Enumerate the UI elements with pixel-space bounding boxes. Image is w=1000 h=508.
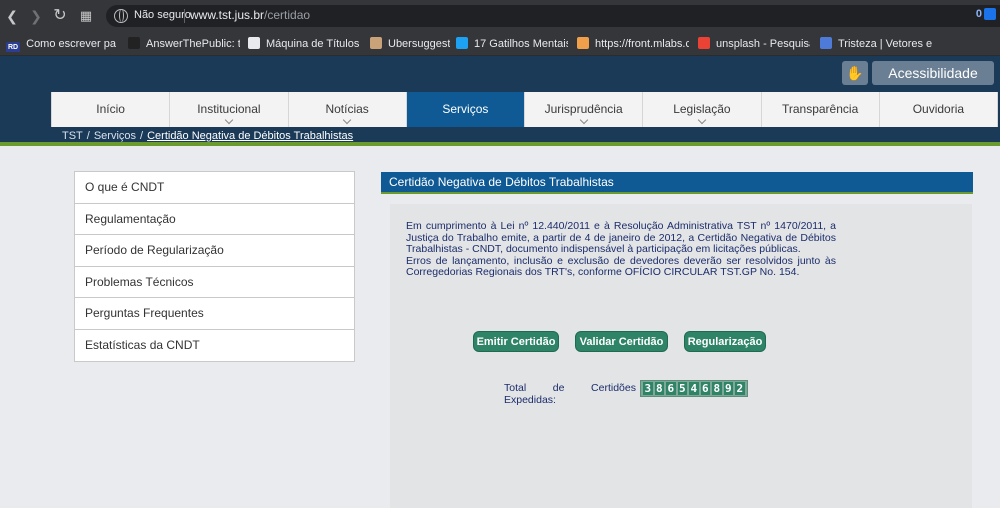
nav-item-0[interactable]: Início: [52, 92, 171, 127]
bookmark-favicon-icon: RD: [6, 42, 21, 52]
nav-item-label: Ouvidoria: [912, 102, 965, 116]
nav-item-4[interactable]: Jurisprudência: [525, 92, 644, 127]
sidebar-item-perguntas-frequentes[interactable]: Perguntas Frequentes: [75, 298, 354, 330]
sign-language-icon[interactable]: ✋: [842, 61, 868, 85]
address-bar[interactable]: Não seguro www.tst.jus.br/certidao 0: [106, 5, 1000, 27]
breadcrumb-item-tst[interactable]: TST: [62, 130, 83, 142]
bookmark-label: Máquina de Títulos: C: [266, 38, 360, 50]
url-host: www.tst.jus.br: [190, 8, 265, 22]
bookmark-favicon-icon: [248, 37, 260, 49]
bookmark-favicon-icon: [456, 37, 468, 49]
counter-digit: 8: [712, 382, 722, 395]
nav-item-6[interactable]: Transparência: [762, 92, 880, 127]
breadcrumb-item-servicos[interactable]: Serviços: [94, 130, 136, 142]
chevron-down-icon: [579, 115, 588, 125]
sidebar-item-problemas-tecnicos[interactable]: Problemas Técnicos: [75, 266, 354, 298]
errors-paragraph: Erros de lançamento, inclusão e exclusão…: [406, 254, 836, 278]
bookmark-favicon-icon: [128, 37, 140, 49]
bookmark-label: https://front.mlabs.cc: [595, 38, 689, 50]
bookmark-favicon-icon: [370, 37, 382, 49]
breadcrumb-separator: /: [86, 130, 90, 142]
counter-digit: 2: [735, 382, 745, 395]
chevron-down-icon: [342, 115, 352, 125]
regularizacao-button[interactable]: Regularização: [684, 331, 766, 352]
globe-icon: [114, 9, 128, 23]
content-panel: Em cumprimento à Lei nº 12.440/2011 e à …: [390, 204, 972, 508]
bookmark-item[interactable]: Máquina de Títulos: C: [248, 36, 360, 52]
breadcrumb-separator: /: [140, 130, 144, 142]
back-icon[interactable]: ❮: [2, 6, 22, 26]
browser-toolbar: ❮ ❯ ↻ ▦ Não seguro www.tst.jus.br/certid…: [0, 0, 1000, 32]
intro-text: Em cumprimento à Lei nº 12.440/2011 e à …: [406, 220, 836, 279]
bookmark-label: AnswerThePublic: tha: [146, 38, 240, 50]
main-navigation: Início Institucional Notícias Serviços Juris…: [51, 92, 998, 127]
nav-item-label: Institucional: [197, 102, 261, 116]
accessibility-button[interactable]: Acessibilidade: [872, 61, 994, 85]
counter-digit: 6: [700, 382, 710, 395]
sidebar-item-periodo-regularizacao[interactable]: Período de Regularização: [75, 235, 354, 267]
nav-item-label: Notícias: [325, 102, 369, 116]
bookmark-favicon-icon: [820, 37, 832, 49]
nav-item-7[interactable]: Ouvidoria: [880, 92, 998, 127]
emitir-certidao-button[interactable]: Emitir Certidão: [473, 331, 559, 352]
url-text[interactable]: www.tst.jus.br/certidao: [190, 8, 310, 22]
nav-item-label: Serviços: [442, 102, 489, 116]
nav-item-label: Início: [96, 102, 125, 116]
total-certidoes-counter: 386546892: [640, 380, 748, 397]
tab-grid-icon[interactable]: ▦: [76, 6, 96, 26]
intro-paragraph: Em cumprimento à Lei nº 12.440/2011 e à …: [406, 220, 836, 255]
bookmark-item[interactable]: Ubersuggest: [370, 36, 450, 52]
counter-digit: 6: [666, 382, 676, 395]
bookmark-item[interactable]: 17 Gatilhos Mentais I: [456, 36, 568, 52]
nav-item-2[interactable]: Notícias: [289, 92, 407, 127]
bookmark-label: Ubersuggest: [388, 38, 450, 50]
omnibox-divider: [184, 9, 185, 23]
bookmark-favicon-icon: [577, 37, 589, 49]
nav-item-3[interactable]: Serviços: [406, 92, 525, 127]
counter-digit: 5: [677, 382, 687, 395]
extension-icon: [984, 8, 996, 21]
security-label[interactable]: Não seguro: [134, 9, 191, 21]
extension-badge[interactable]: 0: [975, 8, 996, 21]
breadcrumb-current[interactable]: Certidão Negativa de Débitos Trabalhista…: [147, 130, 353, 142]
chevron-down-icon: [697, 115, 707, 125]
validar-certidao-button[interactable]: Validar Certidão: [575, 331, 668, 352]
chevron-down-icon: [224, 115, 234, 125]
nav-item-5[interactable]: Legislação: [643, 92, 762, 127]
forward-icon[interactable]: ❯: [26, 6, 46, 26]
bookmark-item[interactable]: https://front.mlabs.cc: [577, 36, 689, 52]
bookmark-favicon-icon: [698, 37, 710, 49]
sidebar-item-estatisticas[interactable]: Estatísticas da CNDT: [75, 329, 354, 361]
total-label-line2: Expedidas:: [504, 394, 556, 406]
bookmark-label: unsplash - Pesquisa G: [716, 38, 810, 50]
total-certidoes-label: Total de Certidões Expedidas:: [504, 382, 636, 406]
counter-digit: 3: [643, 382, 653, 395]
url-path: /certidao: [264, 8, 311, 22]
sidebar-item-regulamentacao[interactable]: Regulamentação: [75, 203, 354, 235]
bookmark-item[interactable]: AnswerThePublic: tha: [128, 36, 240, 52]
bookmark-label: Como escrever para l: [26, 38, 116, 50]
nav-item-label: Transparência: [781, 102, 859, 116]
reload-icon[interactable]: ↻: [50, 6, 70, 26]
sidebar-item-o-que-e-cndt[interactable]: O que é CNDT: [75, 172, 354, 204]
counter-digit: 9: [723, 382, 733, 395]
content-title: Certidão Negativa de Débitos Trabalhista…: [381, 172, 973, 194]
nav-item-label: Jurisprudência: [544, 102, 623, 116]
total-label-line1: Total de Certidões: [504, 382, 636, 394]
bookmark-label: 17 Gatilhos Mentais I: [474, 38, 568, 50]
bookmark-label: Tristeza | Vetores e Fo: [838, 38, 932, 50]
extension-count: 0: [975, 8, 982, 21]
sidebar-menu: O que é CNDT Regulamentação Período de R…: [74, 171, 355, 362]
nav-item-label: Legislação: [673, 102, 731, 116]
bookmarks-bar: RD Como escrever para l AnswerThePublic: t…: [0, 32, 1000, 56]
counter-digit: 8: [654, 382, 664, 395]
counter-digit: 4: [689, 382, 699, 395]
nav-item-1[interactable]: Institucional: [170, 92, 289, 127]
bookmark-item[interactable]: unsplash - Pesquisa G: [698, 36, 810, 52]
breadcrumb: TST / Serviços / Certidão Negativa de Débito…: [62, 129, 353, 143]
bookmark-item[interactable]: Tristeza | Vetores e Fo: [820, 36, 932, 52]
bookmark-item[interactable]: RD Como escrever para l: [6, 36, 116, 52]
